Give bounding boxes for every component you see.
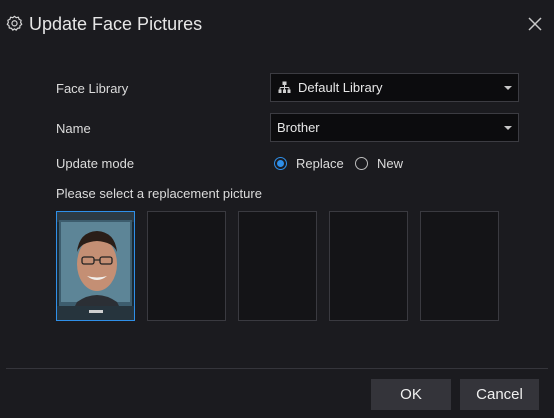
face-thumbnail-2[interactable] — [147, 211, 226, 321]
chevron-down-icon — [504, 86, 512, 90]
update-face-pictures-dialog: Update Face Pictures Face Library Defaul… — [0, 0, 554, 418]
face-library-select[interactable]: Default Library — [270, 73, 519, 102]
footer-divider — [6, 368, 548, 369]
cancel-button[interactable]: Cancel — [460, 379, 539, 410]
close-icon[interactable] — [526, 15, 544, 33]
replacement-prompt: Please select a replacement picture — [56, 186, 262, 201]
gear-icon — [6, 15, 23, 31]
name-select[interactable]: Brother — [270, 113, 519, 142]
face-thumbnail-3[interactable] — [238, 211, 317, 321]
radio-new-label: New — [377, 156, 404, 171]
dialog-title: Update Face Pictures — [29, 14, 203, 34]
radio-unselected-icon — [355, 157, 368, 170]
ok-button[interactable]: OK — [371, 379, 451, 410]
face-thumbnail-5[interactable] — [420, 211, 499, 321]
face-thumbnail-1[interactable] — [56, 211, 135, 321]
face-thumbnail-4[interactable] — [329, 211, 408, 321]
face-photo — [57, 212, 134, 320]
radio-replace-label: Replace — [296, 156, 344, 171]
name-label: Name — [56, 121, 91, 136]
chevron-down-icon — [504, 126, 512, 130]
radio-selected-icon — [274, 157, 287, 170]
face-library-label: Face Library — [56, 81, 129, 96]
face-library-value: Default Library — [298, 80, 383, 95]
name-value: Brother — [277, 120, 320, 135]
hierarchy-icon — [278, 81, 291, 93]
update-mode-label: Update mode — [56, 156, 135, 171]
dialog-title-bar: Update Face Pictures — [0, 0, 554, 48]
